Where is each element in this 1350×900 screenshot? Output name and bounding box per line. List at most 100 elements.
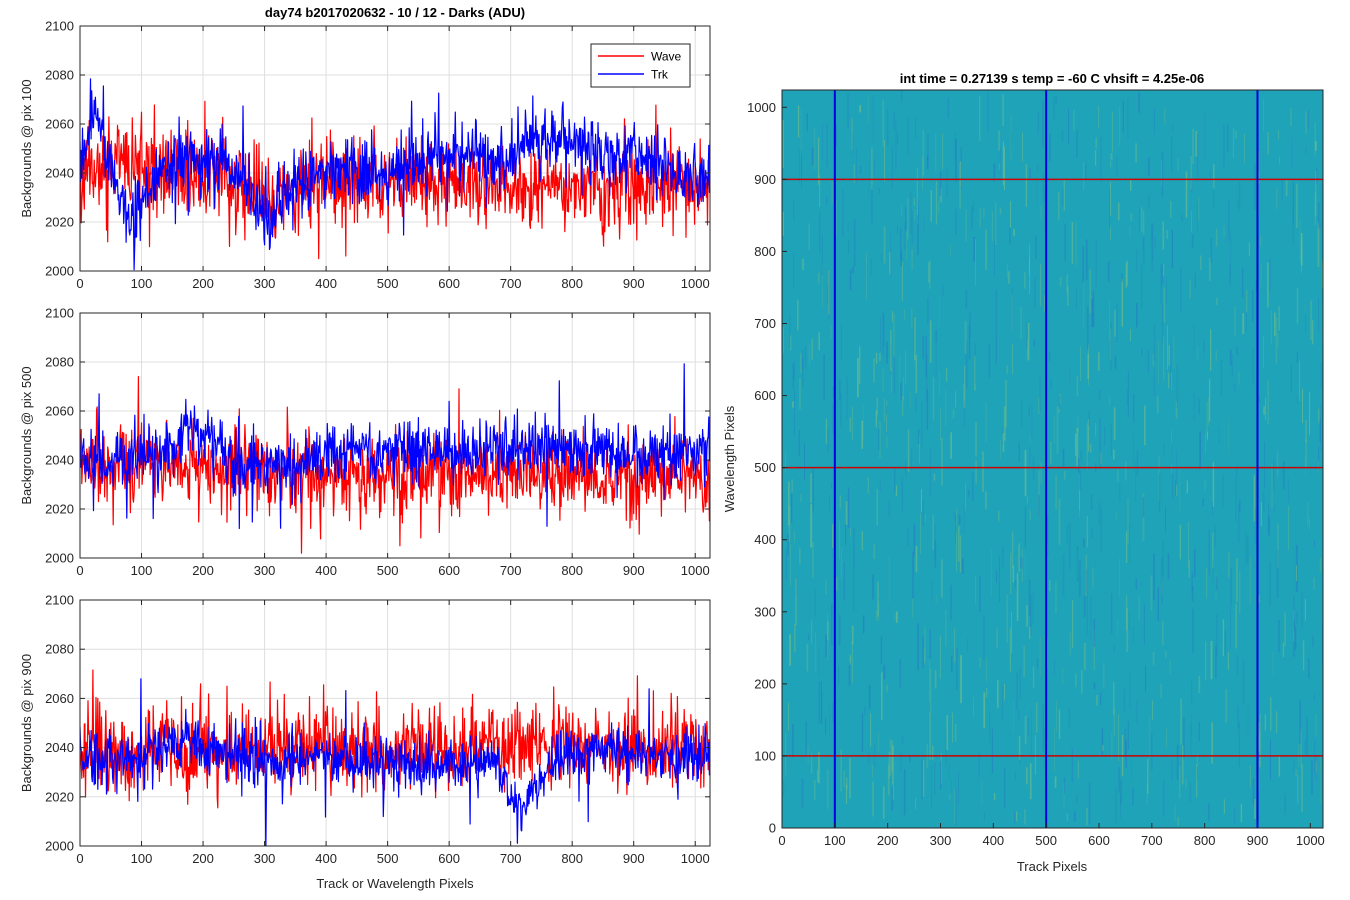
heatmap-streak <box>1311 759 1313 795</box>
heatmap-streak <box>922 129 924 176</box>
heatmap-streak <box>785 452 787 473</box>
heatmap-streak <box>1229 263 1231 286</box>
heatmap-streak <box>794 530 796 543</box>
heatmap-streak <box>1064 471 1066 480</box>
heatmap-streak <box>878 732 880 751</box>
heatmap-streak <box>1175 480 1177 496</box>
heatmap-streak <box>1193 324 1195 352</box>
heatmap-streak <box>1158 340 1159 385</box>
heatmap-streak <box>1157 587 1159 621</box>
heatmap-streak <box>1110 423 1112 457</box>
heatmap-streak <box>1238 181 1241 212</box>
heatmap-streak <box>1068 522 1071 570</box>
heatmap-streak <box>1209 257 1211 282</box>
heatmap-streak <box>1296 183 1298 229</box>
heatmap-streak <box>939 408 942 441</box>
heatmap-streak <box>948 793 951 801</box>
heatmap-streak <box>867 477 869 494</box>
heatmap-streak <box>913 523 916 556</box>
heatmap-streak <box>958 514 961 525</box>
heatmap-streak <box>1312 636 1314 647</box>
heatmap-streak <box>1109 190 1110 229</box>
heatmap-streak <box>1194 273 1196 289</box>
heatmap-streak <box>832 403 834 434</box>
x-tick-label: 200 <box>192 851 214 866</box>
heatmap-streak <box>1223 124 1225 167</box>
heatmap-streak <box>1252 348 1254 383</box>
heatmap-streak <box>1141 207 1143 233</box>
heatmap-streak <box>963 504 965 534</box>
heatmap-streak <box>871 147 873 190</box>
heatmap-streak <box>1024 715 1027 745</box>
heatmap-streak <box>881 254 883 262</box>
heatmap-streak <box>811 147 814 165</box>
heatmap-streak <box>1309 392 1311 435</box>
heatmap-streak <box>1079 470 1081 491</box>
x-tick-label: 700 <box>500 563 522 578</box>
heatmap-streak <box>1196 202 1198 233</box>
heatmap-streak <box>1301 764 1303 813</box>
x-tick-label: 300 <box>254 563 276 578</box>
heatmap-streak <box>1301 241 1303 273</box>
heatmap-streak <box>1053 415 1055 444</box>
heatmap-streak <box>959 535 962 573</box>
heatmap-streak <box>918 199 919 229</box>
heatmap-streak <box>930 669 932 713</box>
heatmap-streak <box>945 730 947 767</box>
heatmap-streak <box>804 443 805 481</box>
heatmap-streak <box>1040 264 1041 306</box>
heatmap-streak <box>797 299 799 331</box>
heatmap-streak <box>893 357 896 394</box>
heatmap-streak <box>918 429 920 444</box>
heatmap-streak <box>1126 608 1129 653</box>
heatmap-streak <box>882 311 884 356</box>
heatmap-streak <box>818 332 820 351</box>
heatmap-streak <box>952 712 953 743</box>
heatmap-streak <box>911 308 913 329</box>
heatmap-streak <box>1318 447 1320 462</box>
heatmap-streak <box>1076 376 1079 396</box>
chart-title: day74 b2017020632 - 10 / 12 - Darks (ADU… <box>265 5 525 20</box>
heatmap-streak <box>1108 261 1110 282</box>
heatmap-streak <box>1100 135 1102 182</box>
heatmap-streak <box>1152 700 1153 720</box>
heatmap-streak <box>1273 502 1275 514</box>
heatmap-streak <box>1301 590 1303 630</box>
heatmap-streak <box>788 702 789 732</box>
heatmap-streak <box>1066 274 1068 294</box>
heatmap-streak <box>1302 640 1305 671</box>
heatmap-streak <box>929 259 931 289</box>
heatmap-streak <box>1127 97 1129 140</box>
heatmap-streak <box>945 609 947 647</box>
heatmap-streak <box>950 585 952 621</box>
heatmap-streak <box>1145 665 1146 692</box>
heatmap-streak <box>1075 673 1077 688</box>
heatmap-streak <box>1238 571 1241 614</box>
heatmap-streak <box>956 648 958 690</box>
heatmap-streak <box>896 611 898 623</box>
heatmap-streak <box>1024 809 1026 825</box>
heatmap-streak <box>1276 711 1278 734</box>
heatmap-streak <box>1198 398 1200 415</box>
heatmap-streak <box>1120 779 1122 805</box>
heatmap-streak <box>1022 132 1023 162</box>
heatmap-streak <box>1085 164 1087 180</box>
heatmap-streak <box>874 743 876 767</box>
heatmap-streak <box>876 397 878 416</box>
heatmap-streak <box>983 615 985 660</box>
heatmap-streak <box>886 414 888 433</box>
heatmap-streak <box>932 515 934 550</box>
y-axis-label: Backgrounds @ pix 900 <box>19 654 34 792</box>
x-tick-label: 100 <box>131 563 153 578</box>
heatmap-streak <box>1169 660 1171 675</box>
heatmap-streak <box>1118 767 1121 793</box>
heatmap-streak <box>907 117 909 156</box>
heatmap-streak <box>795 578 797 626</box>
heatmap-streak <box>1153 324 1156 361</box>
heatmap-streak <box>1260 235 1262 247</box>
heatmap-streak <box>1129 522 1131 565</box>
heatmap-streak <box>840 547 842 580</box>
heatmap-streak <box>955 208 957 235</box>
heatmap-streak <box>1248 242 1250 257</box>
x-tick-label: 600 <box>438 276 460 291</box>
